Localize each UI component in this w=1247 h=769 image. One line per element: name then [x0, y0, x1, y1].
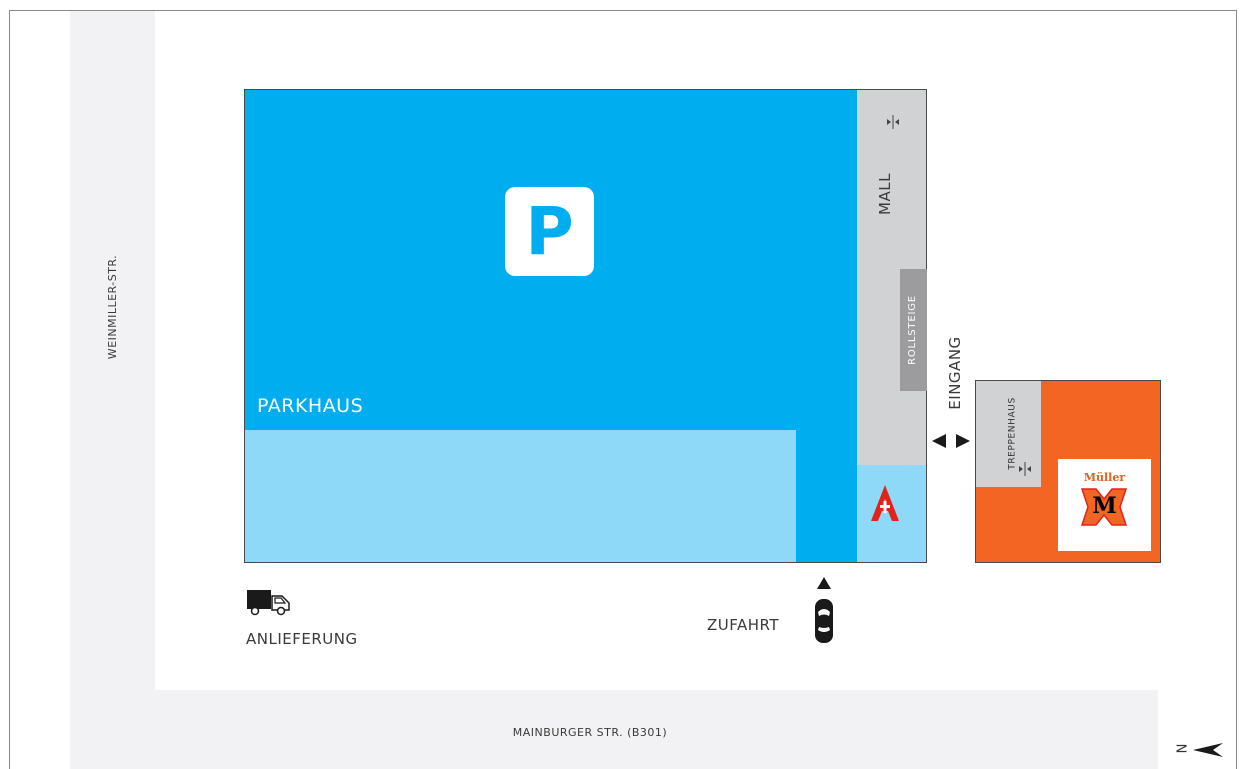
parking-sign-icon: P: [505, 187, 594, 276]
treppenhaus-stairs-icon: [1015, 461, 1035, 476]
parkhaus-label: PARKHAUS: [257, 395, 364, 417]
eingang-label: EINGANG: [946, 336, 964, 410]
store-logo-brand: Müller: [1083, 471, 1126, 484]
arrow-up-icon: [817, 574, 831, 589]
rollsteige-label: ROLLSTEIGE: [907, 295, 918, 365]
entrance-double-arrow-icon: [930, 433, 972, 449]
north-arrow-letter: N: [1172, 743, 1188, 754]
parkhaus-lower-area: [245, 430, 796, 562]
weinmiller-road: [70, 11, 155, 769]
mall-escalator-icon: [883, 114, 903, 129]
zufahrt-label: ZUFAHRT: [707, 616, 780, 634]
north-arrow-icon: N: [1172, 742, 1225, 758]
store-logo-letter: M: [1092, 493, 1117, 519]
store-logo[interactable]: Müller M: [1058, 459, 1151, 551]
street-label-weinmiller: WEINMILLER-STR.: [106, 254, 119, 360]
pharmacy-icon: [868, 484, 902, 522]
mall-label: MALL: [876, 173, 894, 215]
street-label-mainburger: MAINBURGER STR. (B301): [512, 726, 668, 739]
delivery-truck-icon: [246, 588, 294, 616]
car-icon: [814, 598, 834, 644]
parking-sign-letter: P: [525, 192, 574, 270]
anlieferung-label: ANLIEFERUNG: [246, 630, 358, 648]
